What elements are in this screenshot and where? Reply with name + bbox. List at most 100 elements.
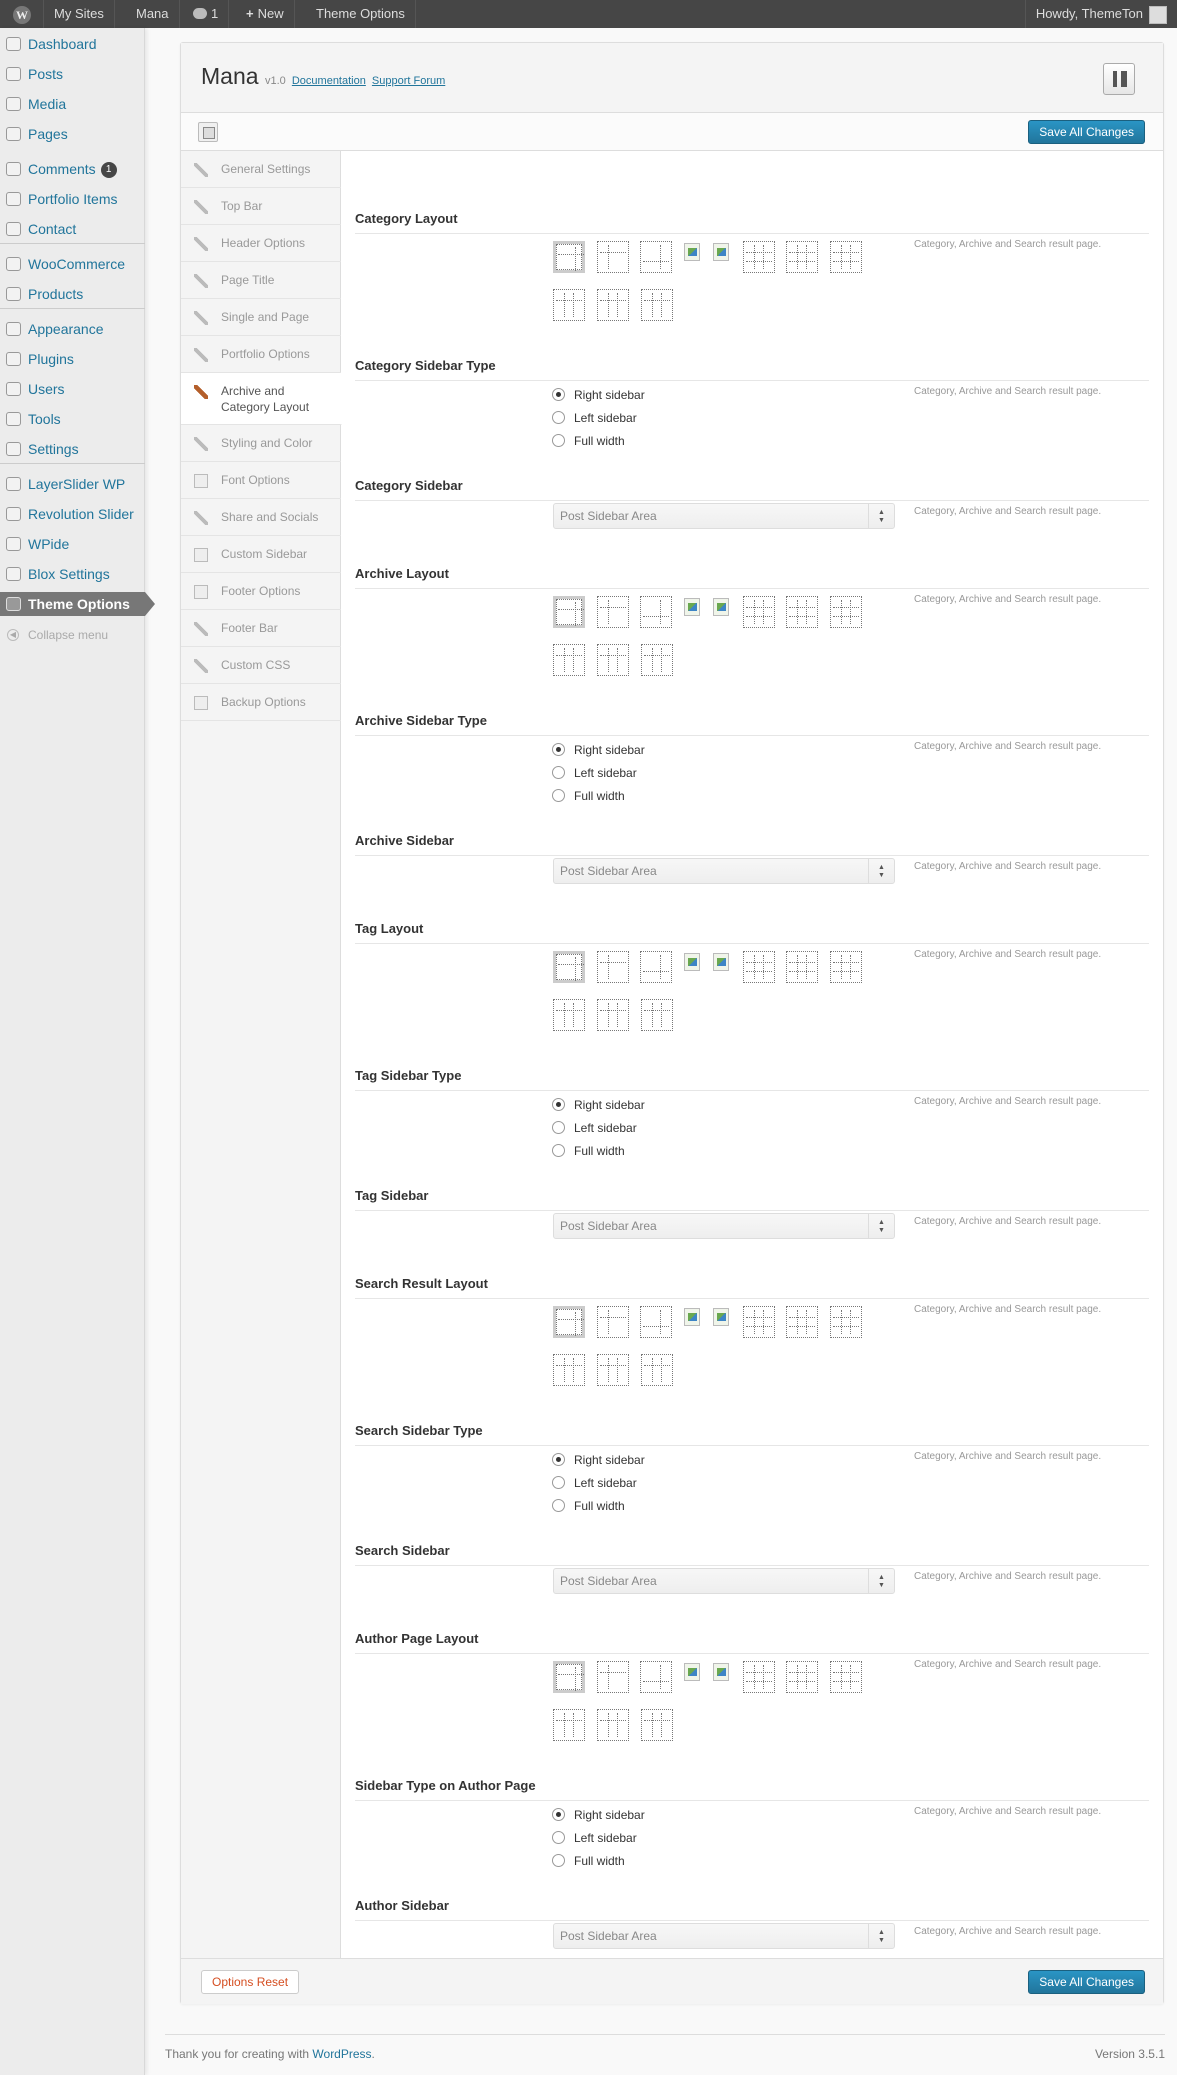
menu-item-comments[interactable]: Comments 1	[0, 157, 145, 181]
layout-option[interactable]	[597, 1306, 629, 1338]
my-sites-menu[interactable]: My Sites	[44, 0, 115, 28]
radio-option-full-width[interactable]: Full width	[552, 786, 625, 806]
layout-option[interactable]	[830, 241, 862, 273]
menu-item-tools[interactable]: Tools	[0, 407, 145, 431]
layout-option[interactable]	[786, 241, 818, 273]
broken-image-icon[interactable]	[684, 1663, 700, 1681]
radio-button[interactable]	[552, 789, 565, 803]
menu-item-settings[interactable]: Settings	[0, 437, 145, 461]
layout-option[interactable]	[640, 951, 672, 983]
tab-archive-and-category-layout[interactable]: Archive and Category Layout	[181, 373, 342, 425]
layout-option[interactable]	[786, 1661, 818, 1693]
sidebar-select[interactable]: Post Sidebar Area ▲ ▼	[553, 503, 895, 529]
layout-option[interactable]	[641, 289, 673, 321]
menu-item-portfolio-items[interactable]: Portfolio Items	[0, 187, 145, 211]
layout-option[interactable]	[553, 1709, 585, 1741]
radio-option-left-sidebar[interactable]: Left sidebar	[552, 408, 637, 428]
radio-option-left-sidebar[interactable]: Left sidebar	[552, 763, 637, 783]
theme-options-menu[interactable]: Theme Options	[306, 0, 416, 28]
layout-option[interactable]	[743, 1306, 775, 1338]
sidebar-select[interactable]: Post Sidebar Area ▲ ▼	[553, 1568, 895, 1594]
layout-option[interactable]	[553, 951, 585, 983]
layout-option[interactable]	[553, 289, 585, 321]
layout-option[interactable]	[640, 241, 672, 273]
layout-option[interactable]	[786, 596, 818, 628]
tab-custom-css[interactable]: Custom CSS	[181, 647, 341, 684]
collapse-menu-button[interactable]: ◀ Collapse menu	[0, 625, 145, 645]
site-name-menu[interactable]: Mana	[126, 0, 180, 28]
layout-option[interactable]	[830, 596, 862, 628]
radio-option-full-width[interactable]: Full width	[552, 431, 625, 451]
layout-option[interactable]	[553, 644, 585, 676]
menu-item-layerslider-wp[interactable]: LayerSlider WP	[0, 472, 145, 496]
radio-option-right-sidebar[interactable]: Right sidebar	[552, 740, 645, 760]
radio-button[interactable]	[552, 388, 565, 402]
radio-option-left-sidebar[interactable]: Left sidebar	[552, 1473, 637, 1493]
menu-item-contact[interactable]: Contact	[0, 217, 145, 241]
layout-option[interactable]	[553, 999, 585, 1031]
layout-option[interactable]	[641, 644, 673, 676]
menu-item-wpide[interactable]: WPide	[0, 532, 145, 556]
menu-item-posts[interactable]: Posts	[0, 62, 145, 86]
layout-option[interactable]	[553, 1661, 585, 1693]
layout-option[interactable]	[553, 1354, 585, 1386]
radio-option-left-sidebar[interactable]: Left sidebar	[552, 1118, 637, 1138]
tab-footer-bar[interactable]: Footer Bar	[181, 610, 341, 647]
sidebar-select[interactable]: Post Sidebar Area ▲ ▼	[553, 1213, 895, 1239]
layout-option[interactable]	[640, 1306, 672, 1338]
broken-image-icon[interactable]	[713, 1308, 729, 1326]
radio-button[interactable]	[552, 1808, 565, 1822]
tab-font-options[interactable]: Font Options	[181, 462, 341, 499]
save-all-changes-button-bottom[interactable]: Save All Changes	[1028, 1970, 1145, 1994]
tab-footer-options[interactable]: Footer Options	[181, 573, 341, 610]
sidebar-select[interactable]: Post Sidebar Area ▲ ▼	[553, 1923, 895, 1949]
layout-option[interactable]	[553, 241, 585, 273]
new-content-menu[interactable]: + New	[236, 0, 295, 28]
radio-button[interactable]	[552, 743, 565, 757]
save-all-changes-button-top[interactable]: Save All Changes	[1028, 120, 1145, 144]
menu-item-woocommerce[interactable]: WooCommerce	[0, 252, 145, 276]
expand-icon[interactable]	[198, 122, 218, 142]
tab-general-settings[interactable]: General Settings	[181, 151, 341, 188]
radio-button[interactable]	[552, 1499, 565, 1513]
menu-item-blox-settings[interactable]: Blox Settings	[0, 562, 145, 586]
menu-item-users[interactable]: Users	[0, 377, 145, 401]
radio-button[interactable]	[552, 411, 565, 425]
menu-item-appearance[interactable]: Appearance	[0, 317, 145, 341]
radio-button[interactable]	[552, 1144, 565, 1158]
sidebar-select[interactable]: Post Sidebar Area ▲ ▼	[553, 858, 895, 884]
options-reset-button[interactable]: Options Reset	[201, 1970, 300, 1994]
radio-button[interactable]	[552, 1121, 565, 1135]
layout-option[interactable]	[641, 1709, 673, 1741]
layout-option[interactable]	[743, 1661, 775, 1693]
menu-item-products[interactable]: Products	[0, 282, 145, 306]
radio-button[interactable]	[552, 434, 565, 448]
layout-option[interactable]	[641, 1354, 673, 1386]
tab-custom-sidebar[interactable]: Custom Sidebar	[181, 536, 341, 573]
layout-option[interactable]	[597, 241, 629, 273]
radio-button[interactable]	[552, 1831, 565, 1845]
tab-share-and-socials[interactable]: Share and Socials	[181, 499, 341, 536]
menu-item-revolution-slider[interactable]: Revolution Slider	[0, 502, 145, 526]
layout-option[interactable]	[743, 951, 775, 983]
account-menu[interactable]: Howdy, ThemeTon	[1024, 0, 1177, 28]
broken-image-icon[interactable]	[713, 1663, 729, 1681]
broken-image-icon[interactable]	[713, 243, 729, 261]
layout-option[interactable]	[597, 596, 629, 628]
menu-item-dashboard[interactable]: Dashboard	[0, 32, 145, 56]
tab-page-title[interactable]: Page Title	[181, 262, 341, 299]
layout-option[interactable]	[597, 1709, 629, 1741]
layout-option[interactable]	[830, 951, 862, 983]
tab-backup-options[interactable]: Backup Options	[181, 684, 341, 721]
layout-option[interactable]	[830, 1306, 862, 1338]
broken-image-icon[interactable]	[684, 1308, 700, 1326]
radio-option-right-sidebar[interactable]: Right sidebar	[552, 1095, 645, 1115]
layout-option[interactable]	[597, 644, 629, 676]
layout-option[interactable]	[597, 1354, 629, 1386]
layout-option[interactable]	[553, 1306, 585, 1338]
radio-option-right-sidebar[interactable]: Right sidebar	[552, 1805, 645, 1825]
tab-single-and-page[interactable]: Single and Page	[181, 299, 341, 336]
layout-option[interactable]	[597, 951, 629, 983]
layout-option[interactable]	[597, 999, 629, 1031]
radio-option-full-width[interactable]: Full width	[552, 1141, 625, 1161]
